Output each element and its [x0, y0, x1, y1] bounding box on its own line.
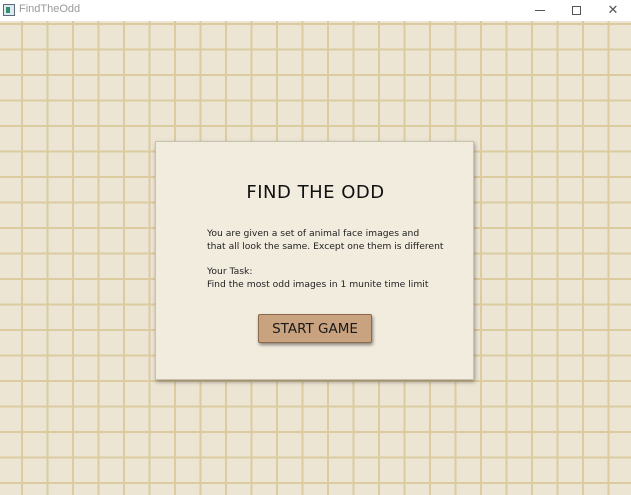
minimize-button[interactable] — [522, 0, 558, 21]
title-bar: FindTheOdd ✕ — [0, 0, 631, 21]
app-icon — [3, 4, 15, 16]
window-title: FindTheOdd — [19, 3, 81, 15]
task-description: Find the most odd images in 1 munite tim… — [207, 279, 429, 290]
intro-panel: FIND THE ODD You are given a set of anim… — [155, 141, 474, 380]
description-line-2: that all look the same. Except one them … — [207, 241, 444, 252]
description-line-1: You are given a set of animal face image… — [207, 228, 420, 239]
app-window: FindTheOdd ✕ FIND THE ODD You are given … — [0, 0, 631, 495]
close-icon: ✕ — [607, 3, 619, 18]
close-button[interactable]: ✕ — [595, 0, 631, 21]
page-title: FIND THE ODD — [246, 182, 385, 203]
maximize-icon — [571, 6, 581, 15]
minimize-icon — [535, 10, 545, 11]
start-game-button[interactable]: START GAME — [258, 314, 372, 343]
task-heading: Your Task: — [207, 266, 253, 277]
maximize-button[interactable] — [558, 0, 594, 21]
